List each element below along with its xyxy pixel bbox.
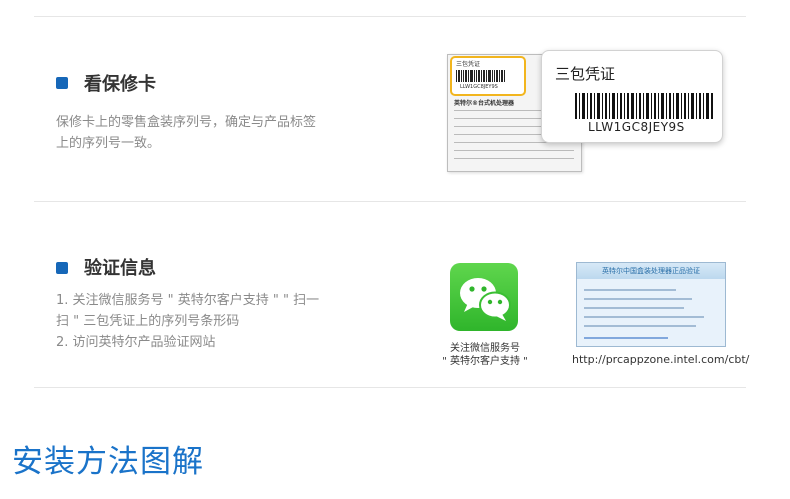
divider-bottom [34, 387, 746, 388]
site-text-line [584, 325, 696, 327]
verify-step1-line2: 扫 " 三包凭证上的序列号条形码 [56, 314, 240, 329]
warranty-heading: 看保修卡 [84, 74, 156, 95]
verify-step1-line1: 1. 关注微信服务号 " 英特尔客户支持 " " 扫一 [56, 293, 320, 308]
divider-top [34, 16, 746, 17]
site-text-line [584, 307, 684, 309]
wechat-logo-icon [450, 263, 518, 331]
warranty-desc-line2: 上的序列号一致。 [56, 136, 161, 151]
divider-middle [34, 201, 746, 202]
card-form-line [454, 158, 574, 159]
card-form-line [454, 150, 574, 151]
verify-heading: 验证信息 [84, 258, 156, 279]
card-front-serial: LLW1GC8JEY9S [588, 120, 685, 134]
verify-url: http://prcappzone.intel.com/cbt/ [572, 353, 750, 366]
warranty-description: 保修卡上的零售盒装序列号，确定与产品标签 上的序列号一致。 [56, 112, 316, 154]
wechat-bubbles-icon [460, 278, 511, 321]
install-guide-title: 安装方法图解 [12, 444, 204, 480]
card-small-title: 三包凭证 [456, 61, 481, 68]
wechat-caption-line2: " 英特尔客户支持 " [442, 356, 528, 367]
section-bullet-icon [56, 77, 68, 89]
section-bullet-icon [56, 262, 68, 274]
warranty-desc-line1: 保修卡上的零售盒装序列号，确定与产品标签 [56, 115, 317, 130]
card-form-line [454, 118, 544, 119]
barcode-icon [575, 93, 713, 119]
card-small-serial: LLW1GC8JEY9S [460, 84, 498, 90]
card-form-line [454, 110, 544, 111]
small-barcode-icon [456, 70, 505, 82]
card-subtitle: 英特尔®台式机处理器 [454, 100, 515, 107]
site-link-line [584, 337, 668, 339]
wechat-caption-line1: 关注微信服务号 [450, 343, 520, 354]
site-text-line [584, 298, 692, 300]
verify-step2: 2. 访问英特尔产品验证网站 [56, 335, 216, 350]
site-text-line [584, 289, 676, 291]
verify-site-header: 英特尔中国盒装处理器正品验证 [577, 263, 725, 279]
verify-steps: 1. 关注微信服务号 " 英特尔客户支持 " " 扫一 扫 " 三包凭证上的序列… [56, 290, 319, 353]
site-text-line [584, 316, 704, 318]
card-front-title: 三包凭证 [555, 65, 616, 83]
